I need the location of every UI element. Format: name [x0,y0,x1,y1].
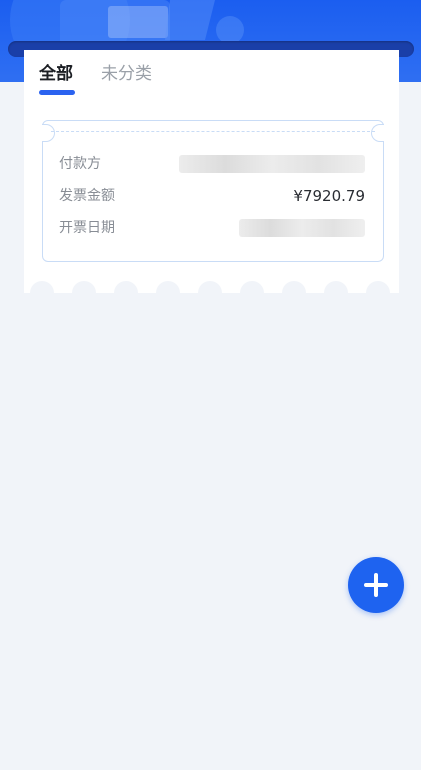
invoice-panel: 全部 未分类 付款方 发票金额 ¥7920.79 开票日期 [24,50,399,293]
amount-row: 发票金额 ¥7920.79 [59,185,365,207]
tab-uncategorized[interactable]: 未分类 [101,62,152,92]
date-row: 开票日期 [59,217,365,239]
payer-label: 付款方 [59,156,101,172]
ticket-perforation [51,131,375,132]
amount-value: ¥7920.79 [293,187,365,205]
date-value-redacted [239,219,365,237]
card-scalloped-edge [24,277,399,293]
ticket-notch-right [371,124,384,142]
date-label: 开票日期 [59,220,115,236]
tab-active-indicator [39,90,75,95]
tab-bar: 全部 未分类 [39,62,180,95]
ticket-notch-left [42,124,55,142]
tab-all[interactable]: 全部 [39,62,75,95]
amount-label: 发票金额 [59,188,115,204]
tab-uncategorized-label: 未分类 [101,64,152,84]
plus-icon [364,573,388,597]
add-invoice-button[interactable] [348,557,404,613]
payer-row: 付款方 [59,153,365,175]
invoice-card[interactable]: 付款方 发票金额 ¥7920.79 开票日期 [42,120,384,262]
tab-all-label: 全部 [39,64,73,84]
payer-value-redacted [179,155,365,173]
